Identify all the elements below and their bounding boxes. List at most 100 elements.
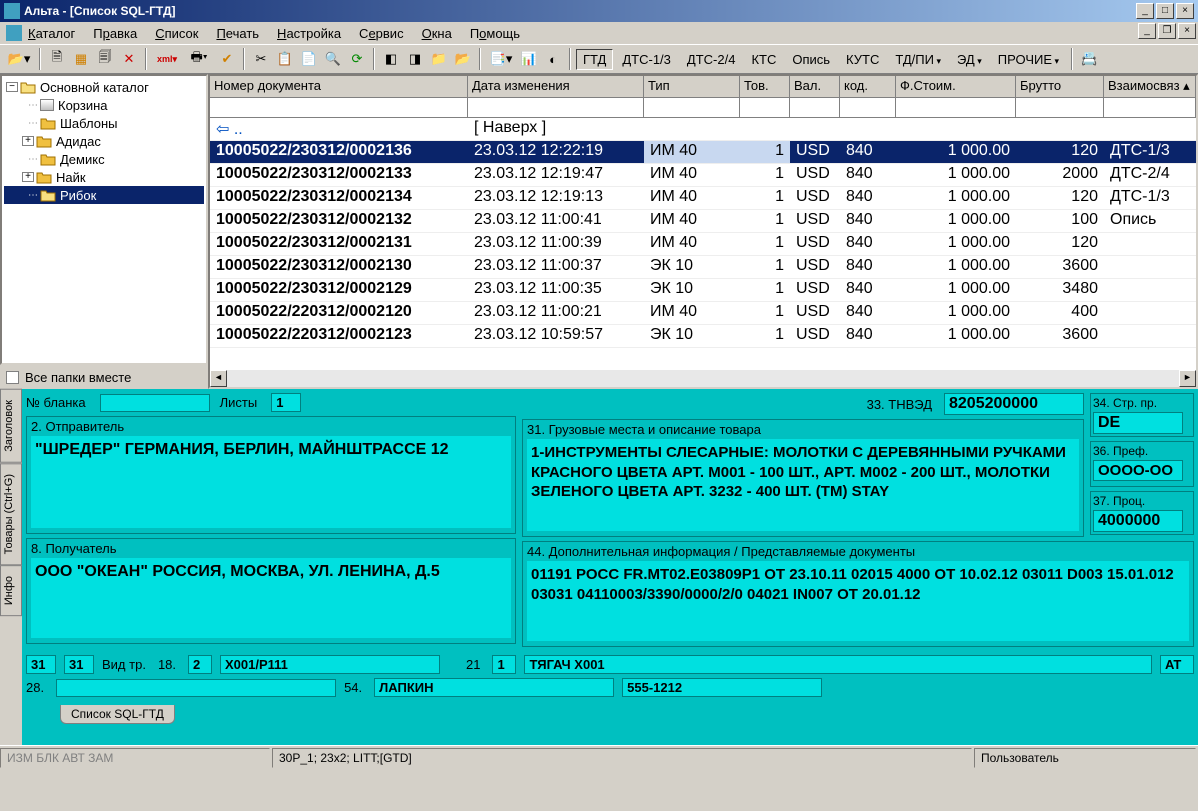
scroll-right-icon[interactable]: ► [1179,370,1196,387]
pref-field[interactable]: ОООО-ОО [1093,460,1183,481]
at-field[interactable]: AT [1160,655,1194,674]
horizontal-scrollbar[interactable]: ◄ ► [210,370,1196,387]
tree-item-label[interactable]: Шаблоны [60,116,118,131]
menu-edit[interactable]: Правка [93,26,137,41]
table-row[interactable]: 10005022/230312/000212923.03.12 11:00:35… [210,279,1196,302]
tab-tdpi[interactable]: ТД/ПИ [888,49,948,70]
sheets-field[interactable]: 1 [271,393,301,412]
tab-dts13[interactable]: ДТС-1/3 [615,49,678,70]
mdi-close-button[interactable]: × [1178,23,1196,39]
proc-field[interactable]: 4000000 [1093,510,1183,532]
blank-field[interactable] [100,394,210,412]
tree-item-label[interactable]: Найк [56,170,86,185]
table-row[interactable]: 10005022/230312/000213423.03.12 12:19:13… [210,187,1196,210]
bottom-tab[interactable]: Список SQL-ГТД [60,705,175,724]
minimize-button[interactable]: _ [1136,3,1154,19]
container-field[interactable]: X001/P111 [220,655,440,674]
col-header[interactable]: Вал. [790,76,840,98]
tool5-icon[interactable]: ◐ [542,48,564,70]
menu-windows[interactable]: Окна [422,26,452,41]
refresh-icon[interactable]: ⟳ [346,48,368,70]
tab-gtd[interactable]: ГТД [576,49,613,70]
table-row[interactable]: 10005022/220312/000212023.03.12 11:00:21… [210,302,1196,325]
expand-icon[interactable]: − [6,82,18,92]
menu-help[interactable]: Помощь [470,26,520,41]
all-folders-checkbox[interactable]: Все папки вместе [0,365,208,389]
scroll-left-icon[interactable]: ◄ [210,370,227,387]
expand-icon[interactable]: + [22,136,34,146]
col-header[interactable]: Номер документа [210,76,468,98]
f21-field[interactable]: 1 [492,655,516,674]
grid-filter-row[interactable] [210,98,1196,118]
tool4-icon[interactable]: 📊 [518,48,540,70]
folder1-icon[interactable]: 📁 [428,48,450,70]
f54-field[interactable]: ЛАПКИН [374,678,614,697]
menu-print[interactable]: Печать [216,26,259,41]
close-button[interactable]: × [1176,3,1194,19]
table-row[interactable]: 10005022/230312/000213623.03.12 12:22:19… [210,141,1196,164]
col-header[interactable]: Дата изменения [468,76,644,98]
up-arrow-icon[interactable]: ⇦ .. [210,118,468,141]
f28-field[interactable] [56,679,336,697]
table-row[interactable]: 10005022/220312/000212323.03.12 10:59:57… [210,325,1196,348]
menu-catalog[interactable]: Каталог [28,26,75,41]
mdi-restore-button[interactable]: ❐ [1158,23,1176,39]
catalog-tree[interactable]: − Основной каталог ⋯ Корзина ⋯ Шаблоны + [0,74,208,365]
field-31b[interactable]: 31 [64,655,94,674]
tab-other[interactable]: ПРОЧИЕ [991,49,1066,70]
menu-service[interactable]: Сервис [359,26,404,41]
sender-field[interactable]: "ШРЕДЕР" ГЕРМАНИЯ, БЕРЛИН, МАЙНШТРАССЕ 1… [31,436,511,528]
xml-icon[interactable]: xml▾ [152,48,182,70]
search-icon[interactable]: 🔍 [322,48,344,70]
receiver-field[interactable]: ООО "ОКЕАН" РОССИЯ, МОСКВА, УЛ. ЛЕНИНА, … [31,558,511,638]
grid-icon[interactable]: ▦ [70,48,92,70]
document-grid[interactable]: Номер документа Дата изменения Тип Тов. … [208,74,1198,389]
col-header[interactable]: Ф.Стоим. [896,76,1016,98]
tree-item-label[interactable]: Корзина [58,98,108,113]
vtab-header[interactable]: Заголовок [0,389,22,463]
up-label[interactable]: [ Наверх ] [468,118,644,141]
folder2-icon[interactable]: 📂 [452,48,474,70]
open-icon[interactable]: 📂▾ [4,48,34,70]
delete-icon[interactable]: ✕ [118,48,140,70]
cut-icon[interactable]: ✂ [250,48,272,70]
tree-item-label[interactable]: Рибок [60,188,96,203]
tree-item-label[interactable]: Демикс [60,152,105,167]
tab-kts[interactable]: КТС [744,49,783,70]
menu-settings[interactable]: Настройка [277,26,341,41]
vtab-info[interactable]: Инфо [0,565,22,616]
tree-item-label[interactable]: Адидас [56,134,101,149]
tab-kuts[interactable]: КУТС [839,49,886,70]
col-header[interactable]: Брутто [1016,76,1104,98]
table-row[interactable]: 10005022/230312/000213323.03.12 12:19:47… [210,164,1196,187]
f18-field[interactable]: 2 [188,655,212,674]
vtab-goods[interactable]: Товары (Ctrl+G) [0,463,22,565]
docs-field[interactable]: 01191 РОСС FR.МТ02.Е03809Р1 ОТ 23.10.11 … [527,561,1189,641]
copy-doc-icon[interactable]: 🗐 [94,48,116,70]
tool2-icon[interactable]: ◨ [404,48,426,70]
copy-icon[interactable]: 📋 [274,48,296,70]
expand-icon[interactable]: + [22,172,34,182]
col-header[interactable]: Тип [644,76,740,98]
tugboat-field[interactable]: ТЯГАЧ X001 [524,655,1152,674]
tool3-icon[interactable]: 📑▾ [486,48,516,70]
paste-icon[interactable]: 📄 [298,48,320,70]
last-tool-icon[interactable]: 📇 [1078,48,1100,70]
tab-inventory[interactable]: Опись [785,49,837,70]
table-row[interactable]: 10005022/230312/000213023.03.12 11:00:37… [210,256,1196,279]
phone-field[interactable]: 555-1212 [622,678,822,697]
country-field[interactable]: DE [1093,412,1183,434]
col-header[interactable]: код. [840,76,896,98]
checkbox-icon[interactable] [6,371,19,384]
tool1-icon[interactable]: ◧ [380,48,402,70]
print-icon[interactable]: 🖶▾ [184,48,214,70]
mdi-minimize-button[interactable]: _ [1138,23,1156,39]
tab-dts24[interactable]: ДТС-2/4 [680,49,743,70]
menu-list[interactable]: Список [155,26,198,41]
tab-ed[interactable]: ЭД [950,49,989,70]
table-row[interactable]: 10005022/230312/000213223.03.12 11:00:41… [210,210,1196,233]
col-header[interactable]: Тов. [740,76,790,98]
tnved-field[interactable]: 8205200000 [944,393,1084,415]
field-31a[interactable]: 31 [26,655,56,674]
maximize-button[interactable]: □ [1156,3,1174,19]
